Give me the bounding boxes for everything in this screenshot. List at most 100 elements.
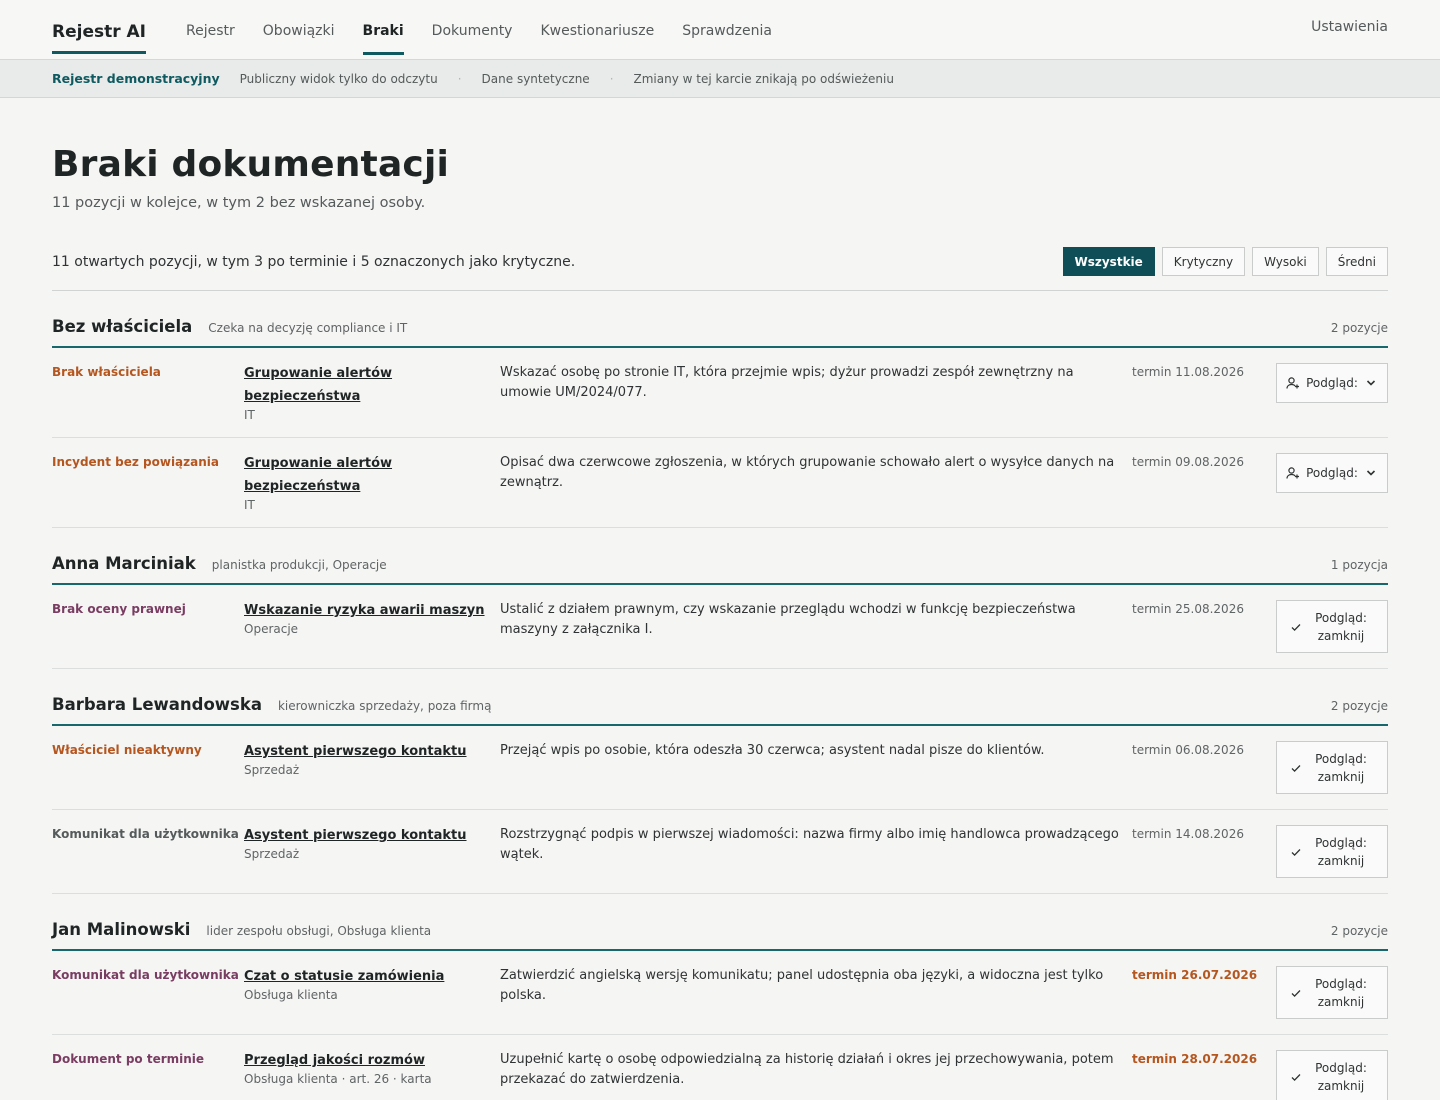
demo-banner-item: Dane syntetyczne (481, 71, 590, 86)
system-department: IT (244, 498, 255, 512)
system-cell: Grupowanie alertów bezpieczeństwa IT (244, 363, 500, 422)
owner-role: lider zespołu obsługi, Obsługa klienta (206, 924, 432, 938)
close-item-button[interactable]: Podgląd: zamknij (1276, 966, 1388, 1019)
close-button-label: Podgląd: zamknij (1315, 751, 1367, 784)
owner-group: Jan Malinowski lider zespołu obsługi, Obs… (52, 894, 1388, 1100)
summary-row: 11 otwartych pozycji, w tym 3 po termini… (52, 247, 1388, 291)
system-cell: Czat o statusie zamówienia Obsługa klient… (244, 966, 500, 1002)
assign-button-label: Podgląd: (1306, 466, 1358, 480)
check-icon (1289, 761, 1303, 775)
summary-text: 11 otwartych pozycji, w tym 3 po termini… (52, 253, 576, 270)
settings-link[interactable]: Ustawienia (1311, 19, 1388, 35)
owner-item-count: 2 pozycje (1330, 699, 1388, 713)
nav-link-dokumenty[interactable]: Dokumenty (432, 23, 513, 55)
owner-group: Barbara Lewandowska kierowniczka sprzedaż… (52, 669, 1388, 894)
system-link[interactable]: Grupowanie alertów bezpieczeństwa (244, 362, 500, 408)
nav-links: Rejestr Obowiązki Braki Dokumenty Kwesti… (186, 5, 800, 55)
owner-item-count: 2 pozycje (1330, 321, 1388, 335)
assign-owner-button[interactable]: Podgląd: (1276, 453, 1388, 493)
main-content: Braki dokumentacji 11 pozycji w kolejce,… (0, 144, 1440, 1100)
gap-row: Właściciel nieaktywny Asystent pierwszego… (52, 726, 1388, 810)
chevron-down-icon (1364, 376, 1378, 390)
page-title: Braki dokumentacji (52, 144, 450, 185)
gap-type: Brak właściciela (52, 365, 161, 379)
top-navigation: Rejestr AI Rejestr Obowiązki Braki Dokum… (0, 0, 1440, 60)
system-link[interactable]: Asystent pierwszego kontaktu (244, 824, 500, 847)
owner-name: Jan Malinowski (52, 920, 191, 939)
user-plus-icon (1286, 376, 1300, 390)
gap-description: Ustalić z działem prawnym, czy wskazanie… (500, 602, 1076, 637)
filter-wszystkie-button[interactable]: Wszystkie (1062, 247, 1155, 276)
close-item-button[interactable]: Podgląd: zamknij (1276, 600, 1388, 653)
check-icon (1289, 845, 1303, 859)
close-item-button[interactable]: Podgląd: zamknij (1276, 741, 1388, 794)
close-button-label: Podgląd: zamknij (1315, 610, 1367, 643)
check-icon (1289, 986, 1303, 1000)
system-link[interactable]: Grupowanie alertów bezpieczeństwa (244, 452, 500, 498)
system-cell: Wskazanie ryzyka awarii maszyn Operacje (244, 600, 500, 636)
gap-description: Zatwierdzić angielską wersję komunikatu;… (500, 968, 1104, 1003)
check-icon (1289, 620, 1303, 634)
system-department: Sprzedaż (244, 763, 300, 777)
nav-link-sprawdzenia[interactable]: Sprawdzenia (682, 23, 772, 55)
due-date: termin 26.07.2026 (1132, 968, 1258, 982)
chevron-down-icon (1364, 466, 1378, 480)
owner-group-header: Jan Malinowski lider zespołu obsługi, Obs… (52, 894, 1388, 951)
demo-banner-title: Rejestr demonstracyjny (52, 71, 220, 86)
close-button-label: Podgląd: zamknij (1315, 1060, 1367, 1093)
due-date: termin 25.08.2026 (1132, 602, 1244, 616)
row-action: Podgląd: zamknij (1276, 1050, 1388, 1100)
gap-type: Incydent bez powiązania (52, 455, 219, 469)
due-date: termin 14.08.2026 (1132, 827, 1244, 841)
due-date: termin 28.07.2026 (1132, 1052, 1258, 1066)
owner-item-count: 1 pozycja (1330, 558, 1388, 572)
gap-row: Komunikat dla użytkownika Czat o statusie… (52, 951, 1388, 1035)
filter-sredni-button[interactable]: Średni (1325, 247, 1388, 276)
system-link[interactable]: Przegląd jakości rozmów (244, 1049, 500, 1072)
owner-group-header: Anna Marciniak planistka produkcji, Opera… (52, 528, 1388, 585)
brand-logo[interactable]: Rejestr AI (52, 22, 147, 54)
owner-item-count: 2 pozycje (1330, 924, 1388, 938)
system-cell: Asystent pierwszego kontaktu Sprzedaż (244, 825, 500, 861)
gap-description: Rozstrzygnąć podpis w pierwszej wiadomoś… (500, 827, 1119, 862)
demo-separator: · (609, 71, 614, 86)
system-link[interactable]: Wskazanie ryzyka awarii maszyn (244, 599, 500, 622)
row-action: Podgląd: zamknij (1276, 600, 1388, 653)
filter-wysoki-button[interactable]: Wysoki (1252, 247, 1319, 276)
owner-role: Czeka na decyzję compliance i IT (208, 321, 408, 335)
system-cell: Asystent pierwszego kontaktu Sprzedaż (244, 741, 500, 777)
nav-link-obowiazki[interactable]: Obowiązki (263, 23, 335, 55)
demo-banner-item: Zmiany w tej karcie znikają po odświeżen… (633, 71, 894, 86)
gap-type: Właściciel nieaktywny (52, 743, 202, 757)
gap-row: Brak właściciela Grupowanie alertów bezpi… (52, 348, 1388, 438)
system-link[interactable]: Asystent pierwszego kontaktu (244, 740, 500, 763)
gap-description: Uzupełnić kartę o osobę odpowiedzialną z… (500, 1052, 1114, 1087)
system-department: Obsługa klienta · art. 26 · karta (244, 1072, 432, 1086)
owner-group-header: Bez właściciela Czeka na decyzję complian… (52, 291, 1388, 348)
owner-group-header: Barbara Lewandowska kierowniczka sprzedaż… (52, 669, 1388, 726)
demo-banner: Rejestr demonstracyjny Publiczny widok t… (0, 60, 1440, 98)
system-department: Operacje (244, 622, 299, 636)
due-date: termin 09.08.2026 (1132, 455, 1244, 469)
system-cell: Grupowanie alertów bezpieczeństwa IT (244, 453, 500, 512)
filter-krytyczny-button[interactable]: Krytyczny (1161, 247, 1246, 276)
demo-banner-item: Publiczny widok tylko do odczytu (239, 71, 438, 86)
close-item-button[interactable]: Podgląd: zamknij (1276, 825, 1388, 878)
row-action: Podgląd: (1276, 453, 1388, 493)
gap-description: Wskazać osobę po stronie IT, która przej… (500, 365, 1074, 400)
gap-type: Komunikat dla użytkownika (52, 827, 239, 841)
nav-link-kwestionariusze[interactable]: Kwestionariusze (540, 23, 654, 55)
gap-row: Komunikat dla użytkownika Asystent pierws… (52, 810, 1388, 894)
assign-owner-button[interactable]: Podgląd: (1276, 363, 1388, 403)
nav-link-rejestr[interactable]: Rejestr (186, 23, 235, 55)
close-item-button[interactable]: Podgląd: zamknij (1276, 1050, 1388, 1100)
row-action: Podgląd: zamknij (1276, 825, 1388, 878)
system-department: Obsługa klienta (244, 988, 338, 1002)
gap-description: Opisać dwa czerwcowe zgłoszenia, w który… (500, 455, 1115, 490)
nav-link-braki[interactable]: Braki (362, 23, 404, 55)
row-action: Podgląd: zamknij (1276, 741, 1388, 794)
row-action: Podgląd: zamknij (1276, 966, 1388, 1019)
owner-group: Anna Marciniak planistka produkcji, Opera… (52, 528, 1388, 669)
system-link[interactable]: Czat o statusie zamówienia (244, 965, 500, 988)
gap-groups: Bez właściciela Czeka na decyzję complian… (52, 291, 1388, 1100)
